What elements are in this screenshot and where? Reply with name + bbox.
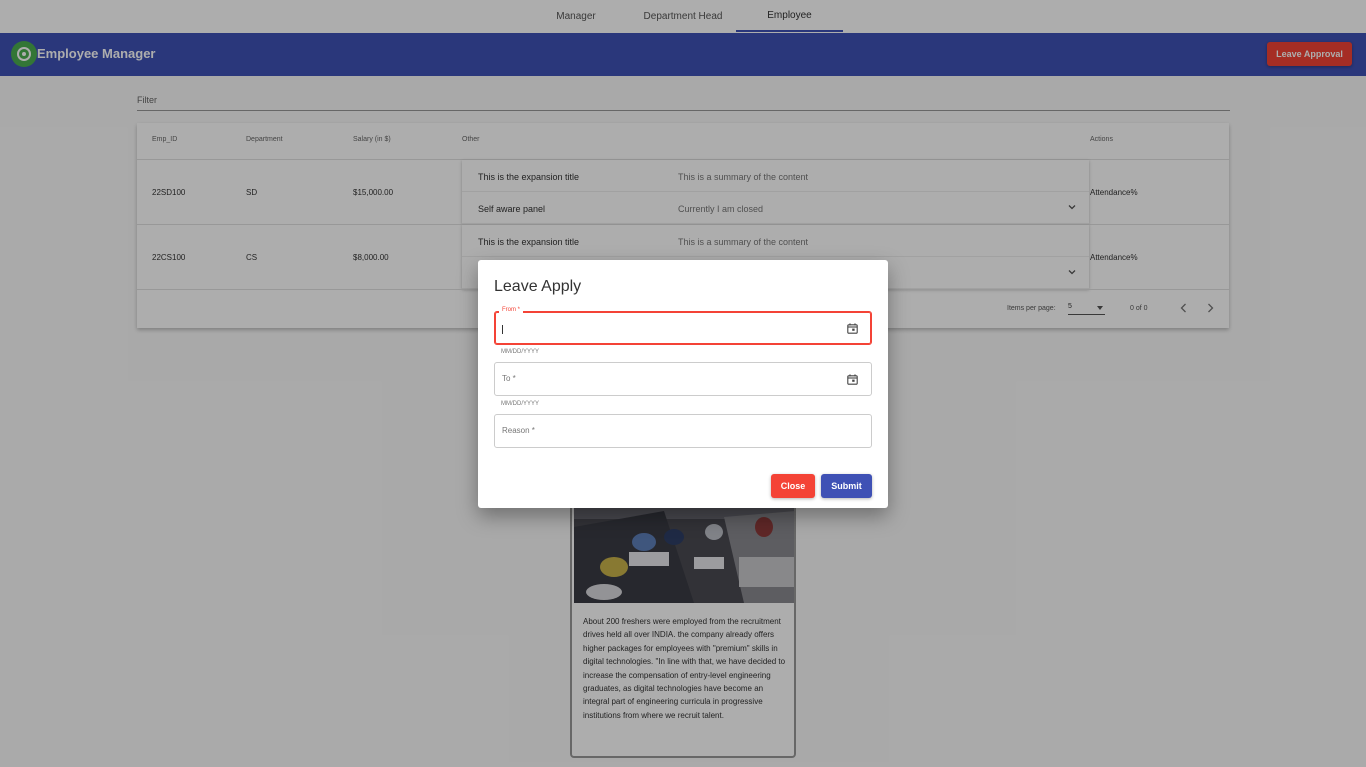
to-date-hint: MM/DD/YYYY	[501, 401, 540, 407]
reason-placeholder: Reason *	[502, 426, 535, 435]
to-date-placeholder: To *	[502, 374, 516, 383]
dialog-title: Leave Apply	[494, 278, 582, 295]
text-caret	[502, 325, 503, 334]
from-date-label: From *	[499, 307, 523, 313]
calendar-icon[interactable]	[847, 323, 858, 334]
to-date-field[interactable]: To *	[494, 362, 872, 396]
close-button[interactable]: Close	[771, 474, 815, 498]
from-date-field[interactable]: From *	[494, 307, 872, 345]
reason-field[interactable]: Reason *	[494, 414, 872, 448]
leave-apply-dialog: Leave Apply From * MM/DD/YYYY To * MM/DD…	[478, 260, 888, 508]
calendar-icon[interactable]	[847, 374, 858, 385]
submit-button[interactable]: Submit	[821, 474, 872, 498]
from-date-hint: MM/DD/YYYY	[501, 349, 540, 355]
